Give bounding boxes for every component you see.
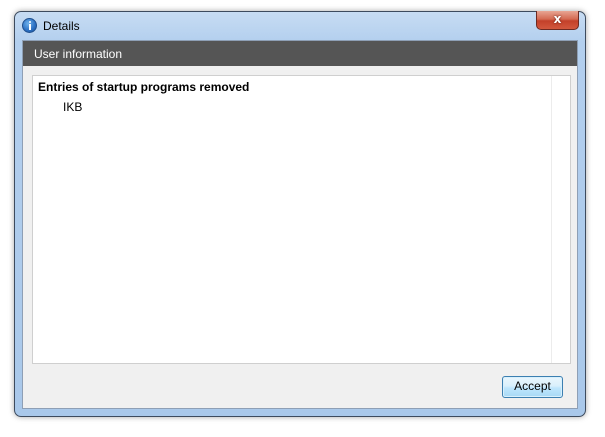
details-panel: Entries of startup programs removed IKB [32, 75, 571, 364]
list-item: IKB [63, 100, 83, 114]
dialog-body: User information Entries of startup prog… [22, 40, 578, 409]
close-icon: x [553, 12, 562, 26]
section-header-bar: User information [23, 41, 577, 66]
entries-heading: Entries of startup programs removed [38, 80, 250, 94]
details-dialog: Details x User information Entries of st… [14, 11, 586, 417]
vertical-scrollbar[interactable] [551, 76, 570, 363]
dialog-footer: Accept [23, 372, 577, 408]
close-button[interactable]: x [536, 11, 579, 30]
accept-button[interactable]: Accept [502, 376, 563, 398]
title-bar[interactable]: Details x [15, 11, 585, 39]
section-header-title: User information [34, 47, 123, 61]
info-icon [22, 18, 37, 33]
window-title: Details [43, 19, 80, 33]
